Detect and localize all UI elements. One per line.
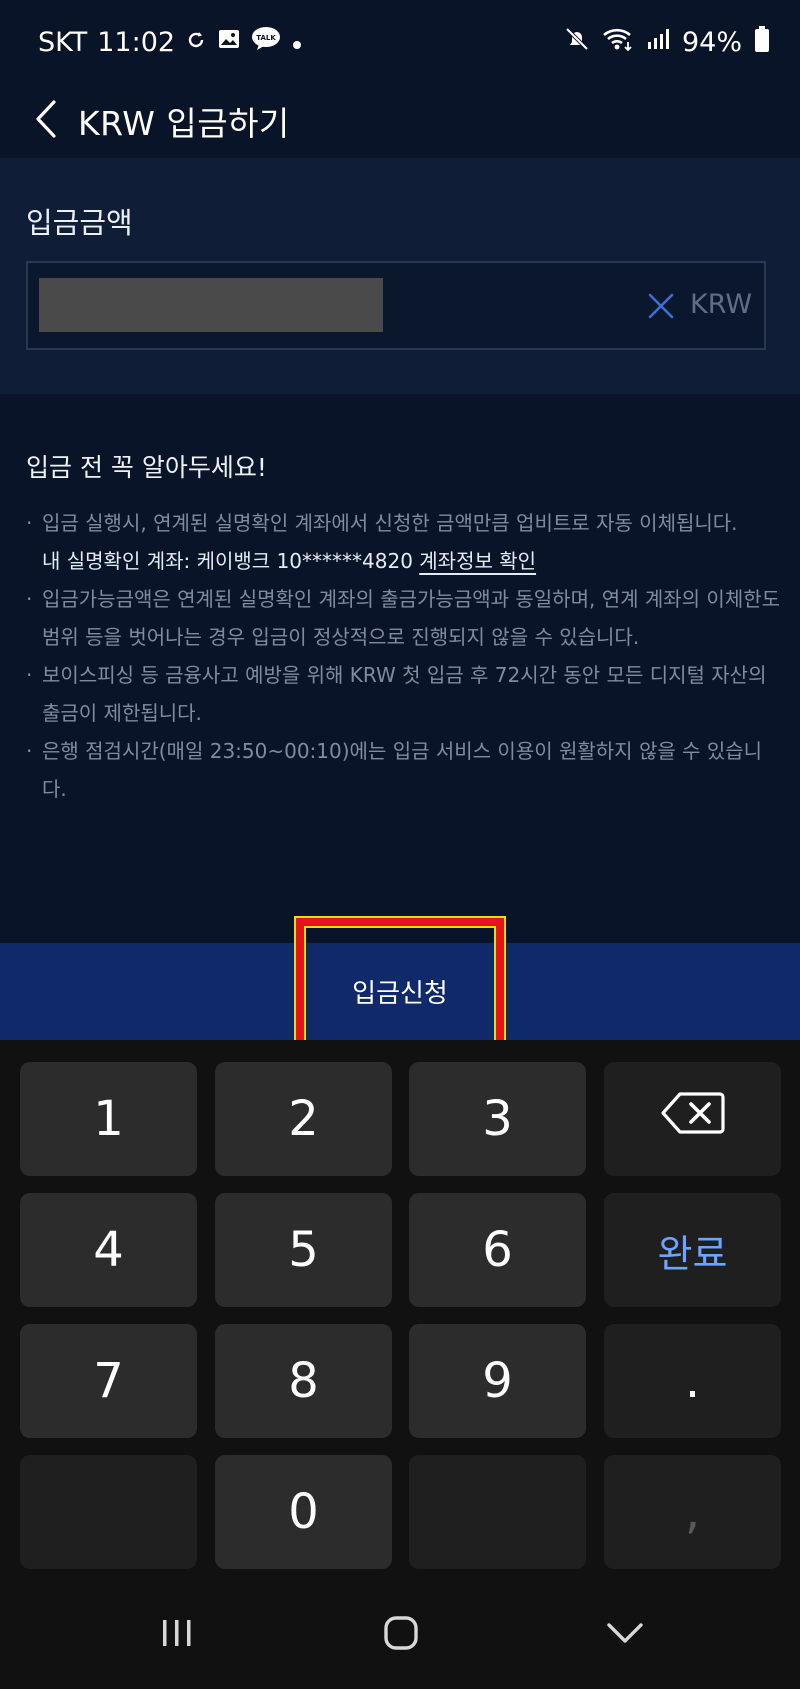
- key-8[interactable]: 8: [215, 1324, 392, 1438]
- carrier-label: SKT: [38, 26, 88, 58]
- close-icon: [644, 293, 678, 327]
- chevron-down-icon: [606, 1621, 644, 1649]
- done-key[interactable]: 완료: [604, 1193, 781, 1307]
- talk-icon: TALK: [251, 26, 281, 59]
- home-icon: [383, 1615, 419, 1655]
- amount-input[interactable]: KRW: [26, 261, 766, 350]
- notice-list: 입금 실행시, 연계된 실명확인 계좌에서 신청한 금액만큼 업비트로 자동 이…: [26, 504, 786, 808]
- deposit-request-button[interactable]: 입금신청: [0, 943, 800, 1040]
- deposit-request-label: 입금신청: [352, 979, 448, 1009]
- dot-icon: [291, 27, 303, 58]
- signal-icon: [646, 27, 670, 58]
- notice-item: 보이스피싱 등 금융사고 예방을 위해 KRW 첫 입금 후 72시간 동안 모…: [26, 656, 786, 732]
- status-left: SKT 11:02 TALK: [38, 26, 303, 59]
- notice-item: 은행 점검시간(매일 23:50~00:10)에는 입금 서비스 이용이 원활하…: [26, 732, 786, 808]
- key-empty-right: [409, 1455, 586, 1569]
- account-info-link[interactable]: 계좌정보 확인: [419, 549, 536, 573]
- app-bar: KRW 입금하기: [0, 84, 800, 158]
- chevron-left-icon: [32, 99, 60, 143]
- sync-icon: [185, 27, 207, 58]
- recents-icon: [159, 1617, 195, 1653]
- key-1[interactable]: 1: [20, 1062, 197, 1176]
- svg-text:TALK: TALK: [256, 34, 276, 42]
- wifi-icon: [602, 26, 634, 59]
- amount-value-redacted: [39, 278, 383, 332]
- clock: 11:02: [97, 26, 176, 58]
- home-button[interactable]: [376, 1610, 426, 1660]
- backspace-icon: [660, 1091, 726, 1147]
- key-9[interactable]: 9: [409, 1324, 586, 1438]
- battery-percent: 94%: [681, 26, 742, 58]
- system-nav-bar: [0, 1580, 800, 1689]
- amount-panel: 입금금액 KRW: [0, 158, 800, 394]
- key-3[interactable]: 3: [409, 1062, 586, 1176]
- back-button[interactable]: [16, 84, 76, 158]
- clear-button[interactable]: [644, 289, 678, 323]
- key-comma[interactable]: ,: [604, 1455, 781, 1569]
- notice-section: 입금 전 꼭 알아두세요! 입금 실행시, 연계된 실명확인 계좌에서 신청한 …: [26, 448, 786, 808]
- gallery-icon: [217, 27, 241, 58]
- status-right: 94%: [564, 25, 770, 60]
- backspace-key[interactable]: [604, 1062, 781, 1176]
- key-5[interactable]: 5: [215, 1193, 392, 1307]
- status-bar: SKT 11:02 TALK 94%: [0, 0, 800, 84]
- notice-item: 입금 실행시, 연계된 실명확인 계좌에서 신청한 금액만큼 업비트로 자동 이…: [26, 504, 786, 580]
- mute-icon: [564, 26, 590, 59]
- key-decimal[interactable]: .: [604, 1324, 781, 1438]
- back-nav-button[interactable]: [600, 1610, 650, 1660]
- battery-icon: [754, 25, 770, 60]
- notice-item: 입금가능금액은 연계된 실명확인 계좌의 출금가능금액과 동일하며, 연계 계좌…: [26, 580, 786, 656]
- page-title: KRW 입금하기: [78, 104, 290, 143]
- key-0[interactable]: 0: [215, 1455, 392, 1569]
- key-4[interactable]: 4: [20, 1193, 197, 1307]
- key-empty-left: [20, 1455, 197, 1569]
- currency-label: KRW: [690, 289, 753, 320]
- recents-button[interactable]: [152, 1610, 202, 1660]
- numeric-keypad: 1 2 3 4 5 6 완료 7 8 9 . 0 ,: [0, 1040, 800, 1580]
- key-6[interactable]: 6: [409, 1193, 586, 1307]
- notice-title: 입금 전 꼭 알아두세요!: [26, 453, 267, 482]
- account-info: 내 실명확인 계좌: 케이뱅크 10******4820: [42, 549, 413, 573]
- amount-label: 입금금액: [26, 206, 133, 240]
- key-7[interactable]: 7: [20, 1324, 197, 1438]
- key-2[interactable]: 2: [215, 1062, 392, 1176]
